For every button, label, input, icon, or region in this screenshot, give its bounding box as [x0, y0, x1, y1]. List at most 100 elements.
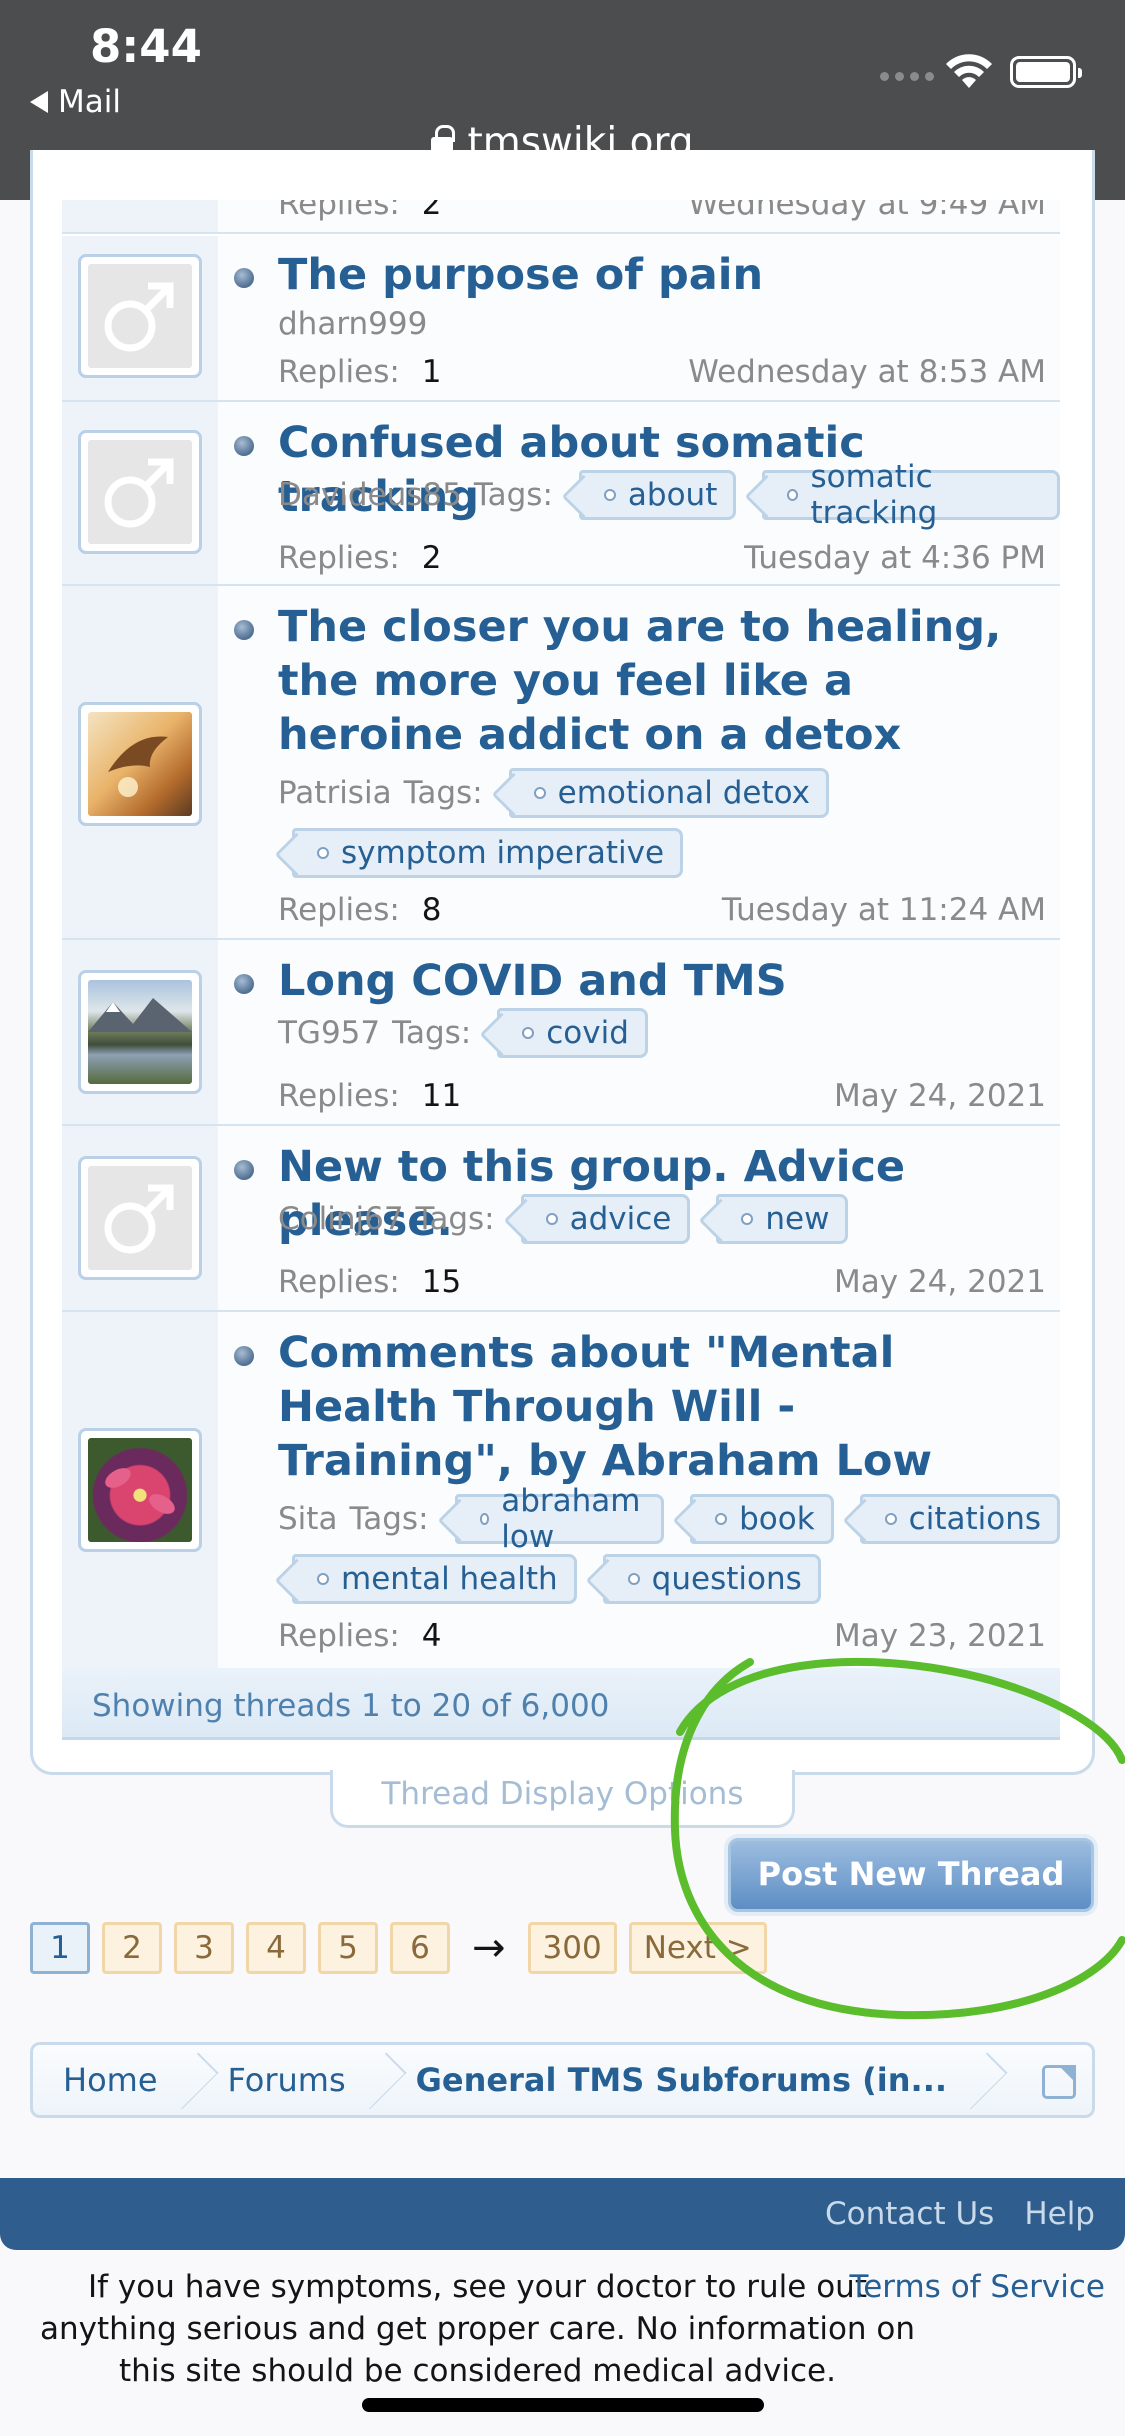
thread-row-partial: Replies: 2 Wednesday at 9:49 AM: [62, 200, 1060, 234]
thread-status-icon: [234, 436, 254, 456]
breadcrumb-subforum[interactable]: General TMS Subforums (in...: [386, 2045, 987, 2115]
replies-count: Replies: 2: [278, 540, 442, 576]
thread-date: May 24, 2021: [834, 1078, 1046, 1114]
tag-row: symptom imperative: [278, 828, 684, 878]
thread-meta: TG957 Tags: covid: [278, 1008, 648, 1058]
tag[interactable]: book: [690, 1494, 834, 1544]
back-app-label: Mail: [58, 84, 121, 120]
thread-row[interactable]: Long COVID and TMS TG957 Tags: covid Rep…: [62, 940, 1060, 1126]
replies-count: Replies: 8: [278, 892, 442, 928]
thread-meta: Davideus85 Tags: about somatic tracking: [278, 459, 1060, 531]
home-indicator: [362, 2398, 764, 2412]
thread-row[interactable]: The closer you are to healing, the more …: [62, 586, 1060, 940]
male-default-avatar-icon: [104, 458, 174, 528]
page-jump-arrow: →: [472, 1925, 506, 1971]
page-link[interactable]: 2: [102, 1922, 162, 1974]
thread-date: Wednesday at 8:53 AM: [688, 354, 1046, 390]
tags-label: Tags:: [392, 1015, 472, 1051]
thread-meta: Colinj67 Tags: advice new: [278, 1194, 849, 1244]
tag[interactable]: abraham low: [454, 1483, 665, 1555]
thread-row[interactable]: Comments about "Mental Health Through Wi…: [62, 1312, 1060, 1668]
thread-row[interactable]: The purpose of pain dharn999 Replies: 1 W…: [62, 236, 1060, 402]
back-arrow-icon: [30, 91, 48, 113]
pagination: 1 2 3 4 5 6 → 300 Next >: [30, 1922, 767, 1974]
avatar[interactable]: [78, 970, 202, 1094]
thread-author[interactable]: Davideus85: [278, 477, 462, 513]
bird-photo: [108, 736, 168, 797]
breadcrumb: Home Forums General TMS Subforums (in...: [30, 2042, 1095, 2118]
tag[interactable]: symptom imperative: [292, 828, 684, 878]
tag[interactable]: somatic tracking: [762, 459, 1060, 531]
tag[interactable]: about: [578, 470, 737, 520]
page-link[interactable]: 3: [174, 1922, 234, 1974]
thread-status-icon: [234, 1160, 254, 1180]
thread-title[interactable]: The closer you are to healing, the more …: [278, 600, 1038, 762]
avatar[interactable]: [78, 254, 202, 378]
avatar[interactable]: [78, 1156, 202, 1280]
battery-icon: [1010, 56, 1082, 88]
thread-meta: Patrisia Tags: emotional detox: [278, 768, 830, 818]
thread-date: Wednesday at 9:49 AM: [688, 200, 1046, 222]
tag[interactable]: covid: [497, 1008, 648, 1058]
thread-author[interactable]: Patrisia: [278, 775, 392, 811]
thread-meta: Sita Tags: abraham low book citations: [278, 1483, 1060, 1555]
page-link-last[interactable]: 300: [527, 1922, 617, 1974]
thread-author[interactable]: TG957: [278, 1015, 380, 1051]
avatar[interactable]: [78, 1428, 202, 1552]
thread-date: Tuesday at 11:24 AM: [721, 892, 1046, 928]
tag[interactable]: new: [716, 1194, 849, 1244]
replies-count: Replies: 1: [278, 354, 442, 390]
male-default-avatar-icon: [104, 282, 174, 352]
tags-label: Tags:: [403, 775, 483, 811]
breadcrumb-home[interactable]: Home: [33, 2045, 198, 2115]
green-circle-annotation: [670, 1658, 1125, 2020]
flower-photo: [105, 1468, 175, 1514]
tag[interactable]: mental health: [292, 1554, 577, 1604]
thread-author[interactable]: Sita: [278, 1501, 337, 1537]
replies-count: Replies: 11: [278, 1078, 462, 1114]
page-link[interactable]: 5: [318, 1922, 378, 1974]
thread-status-icon: [234, 974, 254, 994]
replies-count: Replies: 4: [278, 1618, 442, 1654]
replies-count: Replies: 2: [278, 200, 442, 222]
disclaimer: Terms of Service If you have symptoms, s…: [20, 2266, 1105, 2392]
thread-status-icon: [234, 1346, 254, 1366]
tag[interactable]: advice: [520, 1194, 691, 1244]
page-link[interactable]: 6: [390, 1922, 450, 1974]
mountain-photo: [88, 998, 192, 1032]
tags-label: Tags:: [349, 1501, 429, 1537]
thread-date: May 24, 2021: [834, 1264, 1046, 1300]
thread-title[interactable]: Long COVID and TMS: [278, 954, 1038, 1008]
tag[interactable]: emotional detox: [508, 768, 830, 818]
avatar[interactable]: [78, 430, 202, 554]
tag[interactable]: citations: [859, 1494, 1060, 1544]
thread-row[interactable]: Confused about somatic tracking Davideus…: [62, 402, 1060, 586]
thread-date: Tuesday at 4:36 PM: [744, 540, 1046, 576]
clock: 8:44: [90, 20, 202, 73]
thread-status-icon: [234, 620, 254, 640]
avatar[interactable]: [78, 702, 202, 826]
back-to-app-button[interactable]: Mail: [30, 84, 121, 120]
help-link[interactable]: Help: [1024, 2196, 1095, 2232]
thread-row[interactable]: New to this group. Advice please. Colinj…: [62, 1126, 1060, 1312]
tag[interactable]: questions: [602, 1554, 821, 1604]
thread-author[interactable]: Colinj67: [278, 1201, 404, 1237]
page-link-current[interactable]: 1: [30, 1922, 90, 1974]
thread-title[interactable]: Comments about "Mental Health Through Wi…: [278, 1326, 1038, 1488]
tags-label: Tags:: [415, 1201, 495, 1237]
wifi-icon: [946, 54, 992, 88]
jump-menu-icon[interactable]: [1042, 2065, 1076, 2099]
footer-bar: Contact Us Help: [0, 2178, 1125, 2250]
thread-status-icon: [234, 268, 254, 288]
replies-count: Replies: 15: [278, 1264, 462, 1300]
terms-of-service-link[interactable]: Terms of Service: [850, 2266, 1105, 2308]
breadcrumb-forums[interactable]: Forums: [198, 2045, 386, 2115]
signal-icon: [880, 72, 934, 81]
tags-label: Tags:: [473, 477, 553, 513]
thread-title[interactable]: The purpose of pain: [278, 248, 1038, 302]
thread-author[interactable]: dharn999: [278, 306, 427, 342]
male-default-avatar-icon: [104, 1184, 174, 1254]
page-link[interactable]: 4: [246, 1922, 306, 1974]
contact-us-link[interactable]: Contact Us: [825, 2196, 994, 2232]
tag-row: mental health questions: [278, 1554, 821, 1604]
